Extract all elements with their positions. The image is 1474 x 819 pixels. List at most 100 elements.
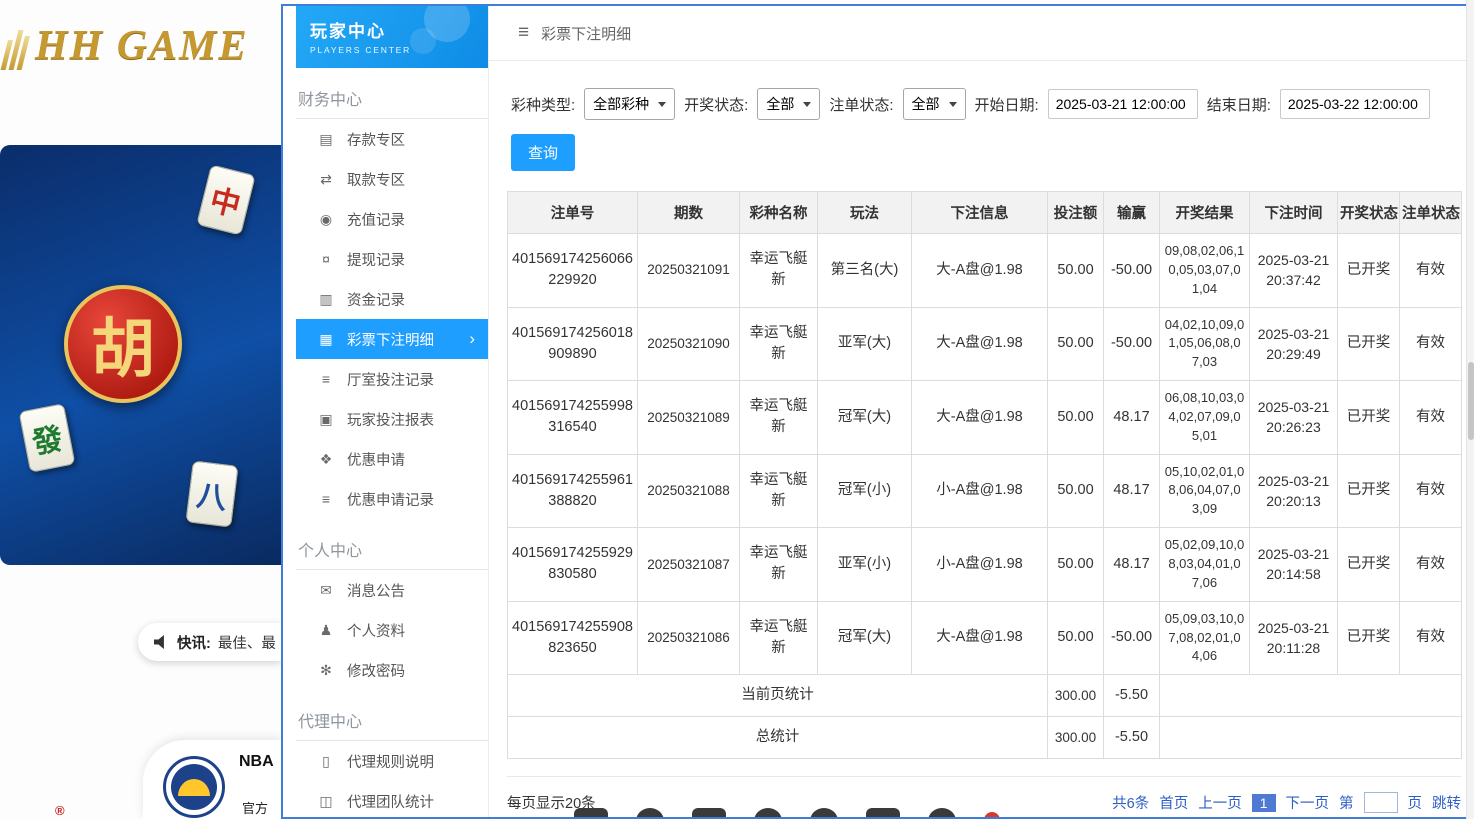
sidebar-item-label: 玩家投注报表 <box>347 409 434 430</box>
current-page-indicator: 1 <box>1252 794 1276 812</box>
table-cell: 已开奖 <box>1338 307 1400 381</box>
table-row: 40156917425601890989020250321090幸运飞艇新亚军(… <box>508 307 1462 381</box>
table-cell: 幸运飞艇新 <box>740 234 818 308</box>
sidebar-item-profile[interactable]: ♟ 个人资料 › <box>296 610 488 650</box>
table-cell: 50.00 <box>1048 528 1104 602</box>
column-header: 下注时间 <box>1250 192 1338 234</box>
column-header: 开奖状态 <box>1338 192 1400 234</box>
sidebar-item-hall-bet-records[interactable]: ≡ 厅室投注记录 › <box>296 359 488 399</box>
game-banner: 胡 中 發 八 <box>0 145 281 565</box>
sidebar-item-agent-team-stats[interactable]: ◫ 代理团队统计 › <box>296 781 488 817</box>
table-cell: 小-A盘@1.98 <box>912 528 1048 602</box>
summary-cell: 300.00 <box>1048 675 1104 717</box>
table-cell: 05,09,03,10,07,08,02,01,04,06 <box>1160 601 1250 675</box>
table-cell: 有效 <box>1400 307 1462 381</box>
search-button[interactable]: 查询 <box>511 134 575 171</box>
table-cell: 48.17 <box>1104 454 1160 528</box>
sidebar-item-agent-rules[interactable]: ▯ 代理规则说明 › <box>296 741 488 781</box>
jump-button[interactable]: 跳转 <box>1432 792 1461 813</box>
table-cell: 20250321086 <box>638 601 740 675</box>
table-row: 40156917425592983058020250321087幸运飞艇新亚军(… <box>508 528 1462 602</box>
sidebar-item-label: 消息公告 <box>347 580 405 601</box>
promo-apply-icon: ❖ <box>317 451 335 468</box>
ticker-text: 最佳、最 <box>218 632 276 653</box>
sidebar-item-label: 资金记录 <box>347 289 405 310</box>
sidebar-item-player-bet-report[interactable]: ▣ 玩家投注报表 › <box>296 399 488 439</box>
summary-row: 总统计300.00-5.50 <box>508 717 1462 759</box>
table-cell: 第三名(大) <box>818 234 912 308</box>
start-date-input[interactable] <box>1048 89 1198 119</box>
summary-cell: 300.00 <box>1048 717 1104 759</box>
end-date-input[interactable] <box>1280 89 1430 119</box>
sidebar-item-lottery-bet-details[interactable]: ▦ 彩票下注明细 › <box>296 319 488 359</box>
sidebar-item-change-password[interactable]: ✻ 修改密码 › <box>296 650 488 690</box>
next-page-link[interactable]: 下一页 <box>1286 792 1330 813</box>
table-cell: 20250321090 <box>638 307 740 381</box>
bets-table-wrap: 注单号期数彩种名称玩法下注信息投注额输赢开奖结果下注时间开奖状态注单状态 401… <box>507 191 1472 759</box>
column-header: 注单号 <box>508 192 638 234</box>
recharge-record-icon: ◉ <box>317 211 335 228</box>
chevron-right-icon: › <box>469 329 475 349</box>
table-cell: 已开奖 <box>1338 528 1400 602</box>
column-header: 注单状态 <box>1400 192 1462 234</box>
scrollbar[interactable] <box>1466 0 1474 819</box>
caret-down-icon <box>803 102 811 107</box>
table-cell: 有效 <box>1400 381 1462 455</box>
table-row: 40156917425606622992020250321091幸运飞艇新第三名… <box>508 234 1462 308</box>
sidebar-item-label: 代理团队统计 <box>347 791 434 812</box>
table-cell: 50.00 <box>1048 381 1104 455</box>
partner-logo <box>810 808 838 817</box>
sidebar-item-label: 厅室投注记录 <box>347 369 434 390</box>
sidebar-item-funds-records[interactable]: ▥ 资金记录 › <box>296 279 488 319</box>
jump-page-input[interactable] <box>1364 792 1398 813</box>
table-cell: 小-A盘@1.98 <box>912 454 1048 528</box>
table-body: 40156917425606622992020250321091幸运飞艇新第三名… <box>508 234 1462 759</box>
partner-logo <box>754 808 782 817</box>
draw-status-select[interactable]: 全部 <box>757 88 820 120</box>
scrollbar-thumb[interactable] <box>1468 362 1474 440</box>
table-cell: 2025-03-21 20:20:13 <box>1250 454 1338 528</box>
summary-cell: -5.50 <box>1104 675 1160 717</box>
user-profile-icon: ♟ <box>317 622 335 639</box>
hamburger-menu-icon[interactable]: ≡ <box>518 22 529 44</box>
bet-status-value: 全部 <box>912 94 940 114</box>
jump-suffix-label: 页 <box>1408 792 1423 813</box>
sidebar-item-announcements[interactable]: ✉ 消息公告 › <box>296 570 488 610</box>
partner-logo <box>692 808 726 817</box>
sidebar-item-recharge-records[interactable]: ◉ 充值记录 › <box>296 199 488 239</box>
sidebar-item-withdraw-records[interactable]: ¤ 提现记录 › <box>296 239 488 279</box>
table-cell: 有效 <box>1400 234 1462 308</box>
sidebar-item-deposit-area[interactable]: ▤ 存款专区 › <box>296 119 488 159</box>
column-header: 期数 <box>638 192 740 234</box>
table-cell: 大-A盘@1.98 <box>912 307 1048 381</box>
bet-status-select[interactable]: 全部 <box>903 88 966 120</box>
caret-down-icon <box>658 102 666 107</box>
logo-text: HH GAME <box>35 22 249 70</box>
sidebar-item-withdraw-area[interactable]: ⇄ 取款专区 › <box>296 159 488 199</box>
table-cell: 有效 <box>1400 601 1462 675</box>
table-cell: 亚军(大) <box>818 307 912 381</box>
table-cell: 09,08,02,06,10,05,03,07,01,04 <box>1160 234 1250 308</box>
table-cell: -50.00 <box>1104 601 1160 675</box>
sidebar-item-label: 取款专区 <box>347 169 405 190</box>
menu-section-title: 财务中心 <box>296 81 488 119</box>
column-header: 投注额 <box>1048 192 1104 234</box>
column-header: 下注信息 <box>912 192 1048 234</box>
main-content: ≡ 彩票下注明细 彩种类型: 全部彩种 开奖状态: 全部 注单状态: 全部 开始… <box>489 6 1472 817</box>
table-cell: 20250321088 <box>638 454 740 528</box>
sidebar-item-promo-apply-records[interactable]: ≡ 优惠申请记录 › <box>296 479 488 519</box>
table-cell: 2025-03-21 20:26:23 <box>1250 381 1338 455</box>
partner-logo <box>574 808 608 817</box>
table-row: 40156917425590882365020250321086幸运飞艇新冠军(… <box>508 601 1462 675</box>
table-cell: 2025-03-21 20:14:58 <box>1250 528 1338 602</box>
sidebar-item-label: 个人资料 <box>347 620 405 641</box>
menu-section-title: 代理中心 <box>296 703 488 741</box>
lottery-type-select[interactable]: 全部彩种 <box>584 88 675 120</box>
prev-page-link[interactable]: 上一页 <box>1198 792 1242 813</box>
first-page-link[interactable]: 首页 <box>1159 792 1188 813</box>
sidebar-item-promo-apply[interactable]: ❖ 优惠申请 › <box>296 439 488 479</box>
withdraw-record-icon: ¤ <box>317 251 335 267</box>
agent-rules-doc-icon: ▯ <box>317 753 335 770</box>
table-cell: 冠军(小) <box>818 454 912 528</box>
lottery-bet-detail-icon: ▦ <box>317 331 335 348</box>
